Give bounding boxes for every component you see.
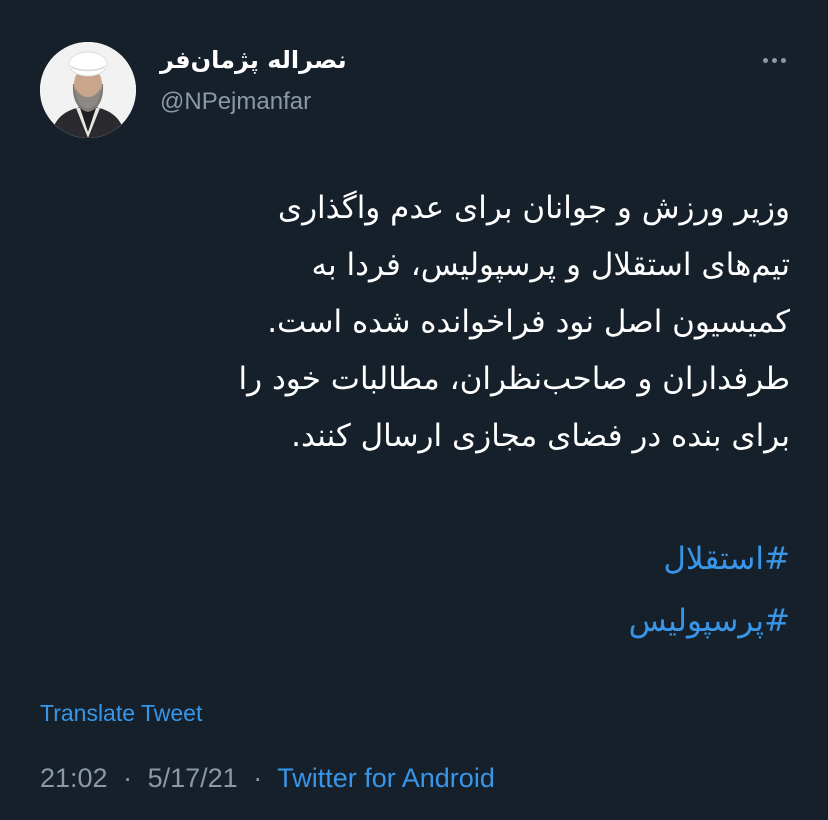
meta-separator: · — [123, 763, 133, 793]
tweet-text: وزیر ورزش و جوانان برای عدم واگذاری تیم‌… — [40, 180, 790, 465]
tweet-line: طرفداران و صاحب‌نظران، مطالبات خود را — [238, 361, 790, 397]
more-horizontal-icon — [780, 57, 786, 63]
hashtag-link-esteghlal[interactable]: #استقلال — [40, 528, 790, 590]
tweet-line: تیم‌های استقلال و پرسپولیس، فردا به — [311, 247, 790, 283]
avatar-image — [40, 42, 136, 138]
tweet-line: برای بنده در فضای مجازی ارسال کنند. — [291, 418, 790, 454]
author-handle[interactable]: @NPejmanfar — [160, 88, 311, 116]
author-name[interactable]: نصراله پژمان‌فر — [160, 46, 347, 74]
more-button[interactable] — [756, 46, 792, 74]
tweet-source-link[interactable]: Twitter for Android — [277, 763, 495, 793]
avatar[interactable] — [40, 42, 136, 138]
meta-separator: · — [253, 763, 263, 793]
hashtag-link-perspolis[interactable]: #پرسپولیس — [40, 590, 790, 652]
tweet-line: وزیر ورزش و جوانان برای عدم واگذاری — [277, 190, 790, 226]
tweet-meta: 21:02 · 5/17/21 · Twitter for Android — [40, 763, 495, 794]
tweet-line: کمیسیون اصل نود فراخوانده شده است. — [267, 304, 790, 340]
translate-tweet-link[interactable]: Translate Tweet — [40, 700, 202, 727]
tweet-card: نصراله پژمان‌فر @NPejmanfar وزیر ورزش و … — [0, 0, 828, 820]
more-horizontal-icon — [771, 57, 777, 63]
tweet-date[interactable]: 5/17/21 — [148, 763, 238, 793]
hashtag-list: #استقلال #پرسپولیس — [40, 528, 790, 652]
more-horizontal-icon — [762, 57, 768, 63]
tweet-time[interactable]: 21:02 — [40, 763, 108, 793]
